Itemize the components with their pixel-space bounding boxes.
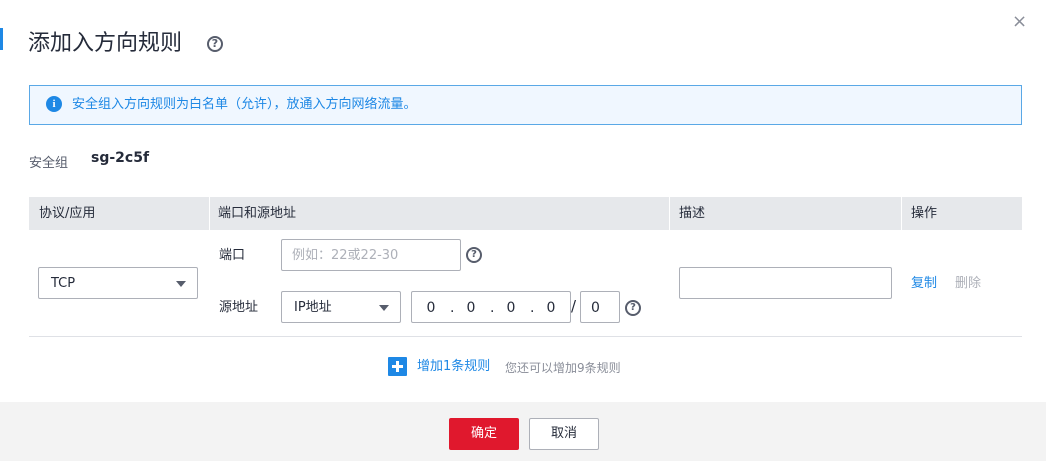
description-input[interactable] <box>679 267 892 299</box>
ip-address-input[interactable]: 0 . 0 . 0 . 0 <box>411 291 571 323</box>
dialog-footer <box>0 402 1046 461</box>
plus-icon[interactable] <box>388 357 407 376</box>
dialog-title: 添加入方向规则 <box>28 31 183 56</box>
security-group-value: sg-2c5f <box>91 150 150 166</box>
copy-rule-link[interactable]: 复制 <box>911 275 937 293</box>
header-divider <box>209 197 210 230</box>
header-divider <box>901 197 902 230</box>
protocol-select[interactable]: TCP <box>38 267 198 299</box>
protocol-select-value: TCP <box>51 276 76 291</box>
header-divider <box>669 197 670 230</box>
source-type-select[interactable]: IP地址 <box>281 291 401 323</box>
cancel-button[interactable]: 取消 <box>529 418 599 450</box>
header-description: 描述 <box>679 206 706 221</box>
ip-octet[interactable]: 0 <box>424 299 438 317</box>
source-help-icon[interactable]: ? <box>625 300 641 316</box>
ip-octet[interactable]: 0 <box>504 299 518 317</box>
port-input[interactable] <box>281 239 461 271</box>
ip-dot: . <box>450 300 455 316</box>
ip-dot: . <box>530 300 535 316</box>
add-rule-link[interactable]: 增加1条规则 <box>417 358 490 376</box>
delete-rule-link[interactable]: 删除 <box>955 275 981 293</box>
source-label: 源地址 <box>219 300 259 315</box>
help-icon[interactable]: ? <box>207 36 223 52</box>
info-notice: i 安全组入方向规则为白名单（允许），放通入方向网络流量。 <box>29 85 1022 125</box>
chevron-down-icon <box>176 281 186 287</box>
row-divider <box>29 336 1022 337</box>
header-protocol: 协议/应用 <box>39 206 96 221</box>
security-group-label: 安全组 <box>29 156 69 171</box>
port-label: 端口 <box>219 248 246 263</box>
confirm-button[interactable]: 确定 <box>449 418 519 450</box>
mask-value: 0 <box>591 300 600 316</box>
notice-text: 安全组入方向规则为白名单（允许），放通入方向网络流量。 <box>72 97 417 112</box>
mask-separator: / <box>571 297 577 315</box>
chevron-down-icon <box>379 305 389 311</box>
ip-dot: . <box>490 300 495 316</box>
title-accent-bar <box>0 28 3 50</box>
header-port-source: 端口和源地址 <box>218 206 297 221</box>
add-inbound-rule-dialog: 添加入方向规则 ? × i 安全组入方向规则为白名单（允许），放通入方向网络流量… <box>0 0 1046 461</box>
header-actions: 操作 <box>911 206 938 221</box>
rules-table-header: 协议/应用 端口和源地址 描述 操作 <box>29 197 1022 230</box>
ip-octet[interactable]: 0 <box>464 299 478 317</box>
port-help-icon[interactable]: ? <box>466 247 482 263</box>
close-icon[interactable]: × <box>1012 12 1027 32</box>
info-icon: i <box>46 96 62 112</box>
mask-input[interactable]: 0 <box>580 291 620 323</box>
add-rule-hint: 您还可以增加9条规则 <box>505 361 621 375</box>
ip-octet[interactable]: 0 <box>544 299 558 317</box>
source-type-select-value: IP地址 <box>294 300 332 315</box>
